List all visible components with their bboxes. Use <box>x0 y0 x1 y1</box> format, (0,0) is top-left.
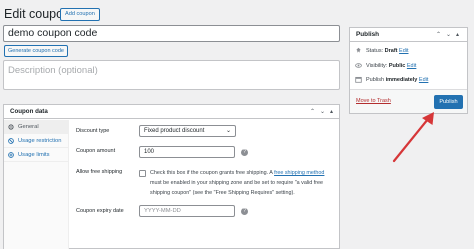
publish-time-row: Publish immediately Edit <box>366 77 429 83</box>
description-placeholder: Description (optional) <box>8 65 98 76</box>
tab-usage-restriction[interactable]: Usage restriction <box>4 134 69 148</box>
plus-icon <box>8 152 14 158</box>
free-shipping-label: Allow free shipping <box>76 169 123 175</box>
expiry-date-input[interactable]: YYYY-MM-DD <box>139 205 235 217</box>
publish-button[interactable]: Publish <box>434 95 463 109</box>
help-icon[interactable]: ? <box>241 149 248 156</box>
gear-icon <box>8 124 14 130</box>
discount-type-select[interactable]: Fixed product discount ⌄ <box>139 125 236 137</box>
generate-coupon-code-button[interactable]: Generate coupon code <box>4 45 68 57</box>
publish-title: Publish <box>356 31 380 38</box>
tab-label: Usage restriction <box>18 138 62 144</box>
edit-visibility-link[interactable]: Edit <box>407 63 416 69</box>
calendar-icon <box>355 76 362 83</box>
coupon-amount-input[interactable]: 100 <box>139 146 235 158</box>
pin-icon <box>356 47 361 53</box>
tab-usage-limits[interactable]: Usage limits <box>4 148 69 162</box>
move-to-trash-link[interactable]: Move to Trash <box>356 98 391 104</box>
edit-status-link[interactable]: Edit <box>399 48 408 54</box>
visibility-row: Visibility: Public Edit <box>366 63 417 69</box>
chevron-down-icon[interactable]: ⌄ <box>446 31 451 38</box>
publish-header: Publish ⌃ ⌄ ▴ <box>350 28 467 42</box>
free-shipping-checkbox[interactable] <box>139 170 146 177</box>
tab-label: General <box>18 124 39 130</box>
tab-label: Usage limits <box>18 152 50 158</box>
add-coupon-button[interactable]: Add coupon <box>60 8 100 21</box>
eye-icon <box>355 63 362 68</box>
discount-type-label: Discount type <box>76 128 110 134</box>
help-icon[interactable]: ? <box>241 208 248 215</box>
tab-general[interactable]: General <box>4 120 69 134</box>
chevron-down-icon: ⌄ <box>225 128 231 134</box>
discount-type-value: Fixed product discount <box>144 128 205 134</box>
restriction-icon <box>8 138 14 144</box>
annotation-arrow <box>392 112 434 163</box>
edit-publish-time-link[interactable]: Edit <box>419 77 428 83</box>
coupon-code-input[interactable]: demo coupon code <box>3 25 340 42</box>
chevron-up-icon[interactable]: ⌃ <box>436 31 441 38</box>
coupon-data-header: Coupon data ⌃ ⌄ ▴ <box>4 105 339 119</box>
publish-panel: Publish ⌃ ⌄ ▴ Status: Draft Edit Visibil… <box>349 27 468 114</box>
chevron-up-icon[interactable]: ⌃ <box>310 108 315 115</box>
description-textarea[interactable]: Description (optional) <box>3 60 340 90</box>
expiry-date-label: Coupon expiry date <box>76 208 124 214</box>
free-shipping-method-link[interactable]: free shipping method <box>274 170 324 176</box>
collapse-toggle-icon[interactable]: ▴ <box>456 31 459 38</box>
chevron-down-icon[interactable]: ⌄ <box>320 108 325 115</box>
free-shipping-description: Check this box if the coupon grants free… <box>150 170 325 196</box>
collapse-toggle-icon[interactable]: ▴ <box>330 108 333 115</box>
coupon-data-tabs: General Usage restriction Usage limits <box>4 120 69 249</box>
status-row: Status: Draft Edit <box>366 48 409 54</box>
coupon-data-title: Coupon data <box>10 108 48 115</box>
coupon-amount-label: Coupon amount <box>76 148 116 154</box>
